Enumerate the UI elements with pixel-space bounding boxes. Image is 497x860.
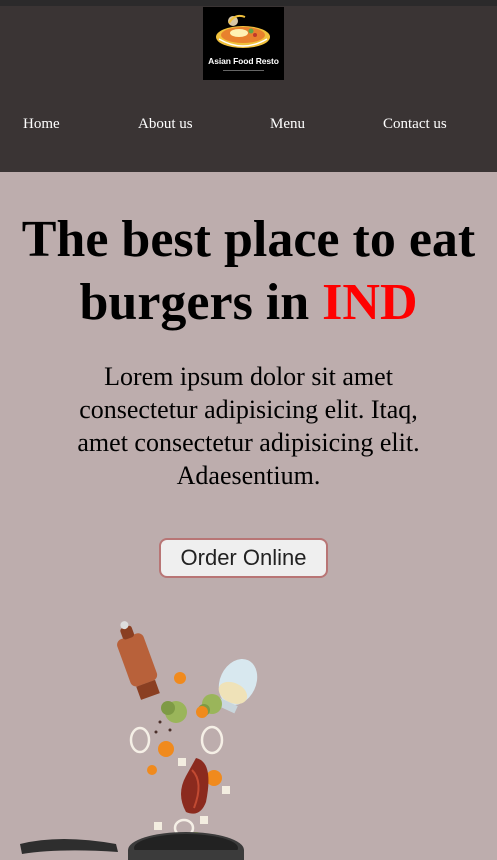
nav-about-us[interactable]: About us [138, 114, 193, 134]
hero-description: Lorem ipsum dolor sit amet consectetur a… [77, 362, 420, 490]
brand-tagline-line [223, 70, 264, 71]
hero-title: The best place to eat burgers in IND [0, 208, 497, 334]
brand-name: Asian Food Resto [208, 56, 279, 66]
flying-vegetables-pan-illustration [20, 621, 258, 860]
nav-home[interactable]: Home [23, 114, 60, 134]
nav-contact-us[interactable]: Contact us [383, 114, 447, 134]
hero-title-highlight: IND [322, 274, 418, 331]
site-header: Asian Food Resto Home About us Menu Cont… [0, 6, 497, 172]
nav-menu[interactable]: Menu [270, 114, 305, 134]
brand-logo[interactable]: Asian Food Resto [203, 7, 284, 80]
order-online-button[interactable]: Order Online [159, 538, 328, 578]
main-nav: Home About us Menu Contact us [0, 114, 497, 138]
